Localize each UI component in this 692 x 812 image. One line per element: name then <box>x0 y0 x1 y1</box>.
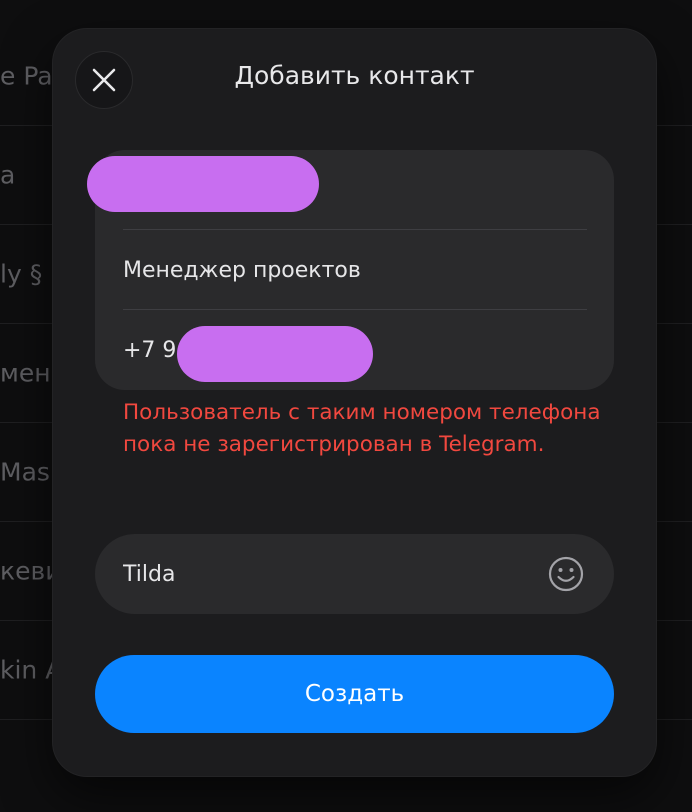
error-message: Пользователь с таким номером телефона по… <box>123 400 601 457</box>
chat-row-label: a <box>0 160 16 190</box>
custom-name-field[interactable] <box>95 534 614 614</box>
add-contact-modal: Добавить контакт Менеджер проектов +7 9 … <box>53 29 656 776</box>
create-button[interactable]: Создать <box>95 655 614 733</box>
redaction-mark <box>177 326 373 382</box>
chat-row-label: ly § <box>0 259 43 289</box>
custom-name-input[interactable] <box>123 534 523 614</box>
screen: e Pa a ly § менк Mas кеви kin A Добавить… <box>0 0 692 812</box>
last-name-field[interactable]: Менеджер проектов <box>123 230 587 310</box>
smiley-icon[interactable] <box>548 556 584 592</box>
contact-fields-group: Менеджер проектов +7 9 <box>87 150 614 390</box>
chat-row-label: e Pa <box>0 61 53 91</box>
phone-prefix: +7 9 <box>123 337 177 363</box>
modal-title: Добавить контакт <box>234 61 475 90</box>
last-name-value: Менеджер проектов <box>123 257 361 283</box>
chat-row-label: Mas <box>0 457 50 487</box>
redaction-mark <box>87 156 319 212</box>
